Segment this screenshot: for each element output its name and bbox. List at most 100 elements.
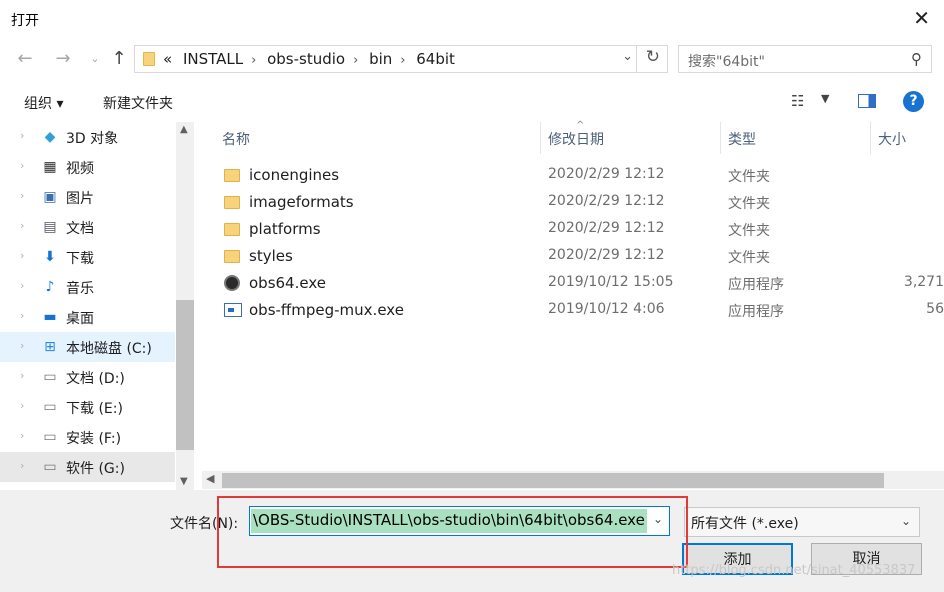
column-divider[interactable] <box>540 122 541 154</box>
navigation-tree: › ◆ 3D 对象 › ▦ 视频 › ▣ 图片 › ▤ 文档 › ⬇ 下载 › … <box>0 122 195 482</box>
column-name[interactable]: 名称 <box>222 129 250 149</box>
tree-item-3d-objects[interactable]: › ◆ 3D 对象 <box>0 122 175 152</box>
chevron-right-icon[interactable]: › <box>20 369 24 382</box>
search-input[interactable]: 搜索"64bit" ⚲ <box>678 45 932 73</box>
address-divider <box>636 46 637 72</box>
breadcrumb: « INSTALL › obs-studio › bin › 64bit <box>163 50 461 68</box>
address-bar[interactable]: « INSTALL › obs-studio › bin › 64bit ⌄ ↻ <box>134 45 668 73</box>
chevron-right-icon[interactable]: › <box>353 53 358 68</box>
file-modified: 2020/2/29 12:12 <box>548 193 665 209</box>
breadcrumb-item[interactable]: obs-studio <box>267 50 345 68</box>
drive-icon: ▭ <box>43 399 57 415</box>
drive-icon: ▭ <box>43 369 57 385</box>
file-row[interactable]: imageformats 2020/2/29 12:12 文件夹 <box>218 189 944 216</box>
recent-locations-chevron-icon[interactable]: ⌄ <box>84 52 106 65</box>
file-name: iconengines <box>249 166 340 184</box>
tree-item-downloads[interactable]: › ⬇ 下载 <box>0 242 175 272</box>
file-name: platforms <box>249 220 321 238</box>
chevron-right-icon[interactable]: › <box>20 459 24 472</box>
tree-item-music[interactable]: › ♪ 音乐 <box>0 272 175 302</box>
tree-item-videos[interactable]: › ▦ 视频 <box>0 152 175 182</box>
file-row[interactable]: styles 2020/2/29 12:12 文件夹 <box>218 243 944 270</box>
download-icon: ⬇ <box>44 249 56 265</box>
tree-item-desktop[interactable]: › ▬ 桌面 <box>0 302 175 332</box>
refresh-icon[interactable]: ↻ <box>646 47 660 67</box>
scroll-down-icon[interactable]: ▼ <box>180 476 188 487</box>
hscrollbar-thumb[interactable] <box>222 473 884 488</box>
file-name: styles <box>249 247 293 265</box>
scroll-left-icon[interactable]: ◀ <box>206 472 214 485</box>
file-row[interactable]: iconengines 2020/2/29 12:12 文件夹 <box>218 162 944 189</box>
organize-button[interactable]: 组织 ▾ <box>24 93 63 113</box>
breadcrumb-item[interactable]: bin <box>369 50 392 68</box>
search-icon[interactable]: ⚲ <box>911 50 922 68</box>
tree-item-drive-g[interactable]: › ▭ 软件 (G:) <box>0 452 175 482</box>
window-title: 打开 <box>11 13 39 29</box>
file-row[interactable]: platforms 2020/2/29 12:12 文件夹 <box>218 216 944 243</box>
chevron-down-icon[interactable]: ⌄ <box>622 49 633 64</box>
chevron-down-icon[interactable]: ⌄ <box>901 514 911 528</box>
column-divider[interactable] <box>870 122 871 154</box>
file-name: imageformats <box>249 193 354 211</box>
file-name: obs-ffmpeg-mux.exe <box>249 301 404 319</box>
back-arrow-icon[interactable]: ← <box>14 48 36 69</box>
scroll-up-icon[interactable]: ▲ <box>180 124 188 135</box>
file-row[interactable]: obs64.exe 2019/10/12 15:05 应用程序 3,271 <box>218 270 944 297</box>
filetype-select[interactable]: 所有文件 (*.exe) ⌄ <box>684 507 920 537</box>
chevron-right-icon[interactable]: › <box>20 249 24 262</box>
folder-icon <box>224 250 240 263</box>
column-size[interactable]: 大小 <box>878 129 906 149</box>
chevron-right-icon[interactable]: › <box>20 129 24 142</box>
close-icon[interactable]: ✕ <box>913 6 930 30</box>
breadcrumb-item[interactable]: 64bit <box>416 50 455 68</box>
tree-item-pictures[interactable]: › ▣ 图片 <box>0 182 175 212</box>
folder-icon <box>224 196 240 209</box>
chevron-right-icon[interactable]: › <box>20 279 24 292</box>
tree-item-label: 图片 <box>66 191 94 207</box>
drive-icon: ▭ <box>43 459 57 475</box>
tree-item-drive-e[interactable]: › ▭ 下载 (E:) <box>0 392 175 422</box>
chevron-right-icon[interactable]: › <box>20 219 24 232</box>
breadcrumb-item[interactable]: INSTALL <box>183 50 243 68</box>
tree-item-documents[interactable]: › ▤ 文档 <box>0 212 175 242</box>
help-icon[interactable]: ? <box>903 91 924 112</box>
tree-item-label: 3D 对象 <box>66 131 119 147</box>
chevron-right-icon[interactable]: › <box>20 159 24 172</box>
file-list-header: ^ 名称 修改日期 类型 大小 <box>204 120 944 154</box>
tree-item-label: 软件 (G:) <box>66 461 125 477</box>
tree-scrollbar-thumb[interactable] <box>176 300 194 450</box>
file-modified: 2019/10/12 4:06 <box>548 301 665 317</box>
up-arrow-icon[interactable]: ↑ <box>108 48 130 69</box>
forward-arrow-icon[interactable]: → <box>52 48 74 69</box>
folder-icon <box>143 52 155 66</box>
file-name: obs64.exe <box>249 274 326 292</box>
chevron-right-icon[interactable]: › <box>20 309 24 322</box>
file-size: 3,271 <box>903 274 944 290</box>
chevron-right-icon[interactable]: › <box>400 53 405 68</box>
tree-item-drive-f[interactable]: › ▭ 安装 (F:) <box>0 422 175 452</box>
new-folder-button[interactable]: 新建文件夹 <box>103 93 173 113</box>
video-icon: ▦ <box>43 159 57 175</box>
tree-item-label: 桌面 <box>66 311 94 327</box>
title-bar: 打开 ✕ <box>0 0 944 38</box>
chevron-right-icon[interactable]: › <box>20 399 24 412</box>
tree-item-drive-c[interactable]: › ⊞ 本地磁盘 (C:) <box>0 332 175 362</box>
tree-item-drive-d[interactable]: › ▭ 文档 (D:) <box>0 362 175 392</box>
file-row[interactable]: obs-ffmpeg-mux.exe 2019/10/12 4:06 应用程序 … <box>218 297 944 324</box>
chevron-down-icon[interactable]: ▼ <box>821 92 829 105</box>
breadcrumb-overflow[interactable]: « <box>163 50 172 68</box>
file-type: 文件夹 <box>728 196 770 212</box>
view-options-icon[interactable]: ☷ <box>791 92 804 110</box>
chevron-right-icon[interactable]: › <box>251 53 256 68</box>
picture-icon: ▣ <box>43 189 57 205</box>
folder-icon <box>224 169 240 182</box>
column-modified[interactable]: 修改日期 <box>548 129 604 149</box>
file-type: 应用程序 <box>728 277 784 293</box>
chevron-right-icon[interactable]: › <box>20 189 24 202</box>
column-divider[interactable] <box>720 122 721 154</box>
chevron-right-icon[interactable]: › <box>20 339 24 352</box>
column-type[interactable]: 类型 <box>728 129 756 149</box>
file-size: 56 <box>926 301 944 317</box>
preview-pane-icon[interactable] <box>858 94 876 108</box>
chevron-right-icon[interactable]: › <box>20 429 24 442</box>
